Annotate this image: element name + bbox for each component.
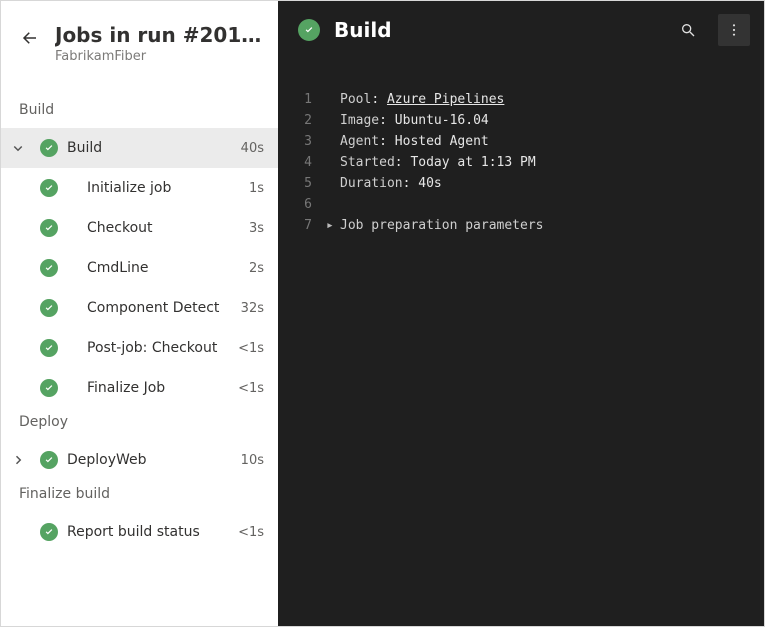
log-value: Today at 1:13 PM — [410, 155, 535, 170]
status-cell — [35, 259, 63, 277]
step-row[interactable]: Finalize Job<1s — [1, 368, 278, 408]
log-line: 1 Pool: Azure Pipelines — [278, 89, 764, 110]
log-line: 4 Started: Today at 1:13 PM — [278, 152, 764, 173]
step-name: Finalize Job — [83, 380, 232, 396]
line-number: 5 — [278, 173, 326, 194]
panel-title: Jobs in run #20191… — [55, 23, 265, 47]
log-label: Image — [340, 113, 379, 128]
more-actions-button[interactable] — [718, 14, 750, 46]
log-line: 5 Duration: 40s — [278, 173, 764, 194]
log-value: Ubuntu-16.04 — [395, 113, 489, 128]
step-name: Post-job: Checkout — [83, 340, 232, 356]
search-icon — [680, 22, 696, 38]
step-duration: <1s — [232, 381, 264, 396]
log-label: Agent — [340, 134, 379, 149]
log-value: 40s — [418, 176, 441, 191]
log-viewer[interactable]: 1 Pool: Azure Pipelines 2 Image: Ubuntu-16.… — [278, 59, 764, 626]
log-text: Image: Ubuntu-16.04 — [340, 110, 489, 131]
job-duration: <1s — [232, 525, 264, 540]
job-duration: 10s — [235, 453, 264, 468]
log-line: 2 Image: Ubuntu-16.04 — [278, 110, 764, 131]
panel-header: Jobs in run #20191… FabrikamFiber — [1, 1, 278, 68]
step-row[interactable]: Post-job: Checkout<1s — [1, 328, 278, 368]
success-icon — [40, 339, 58, 357]
log-text: Agent: Hosted Agent — [340, 131, 489, 152]
line-number: 6 — [278, 194, 326, 215]
step-duration: 3s — [243, 221, 264, 236]
step-duration: 1s — [243, 181, 264, 196]
log-line: 7▸Job preparation parameters — [278, 215, 764, 236]
job-name: DeployWeb — [63, 452, 235, 468]
job-row[interactable]: Build40s — [1, 128, 278, 168]
status-cell — [35, 379, 63, 397]
log-text: Duration: 40s — [340, 173, 442, 194]
stage-label: Finalize build — [1, 480, 278, 512]
panel-subtitle: FabrikamFiber — [55, 49, 265, 64]
success-icon — [40, 451, 58, 469]
chevron-right-icon[interactable] — [1, 454, 35, 466]
line-number: 1 — [278, 89, 326, 110]
log-label: Duration — [340, 176, 403, 191]
log-line: 6 — [278, 194, 764, 215]
success-icon — [40, 259, 58, 277]
log-text: Pool: Azure Pipelines — [340, 89, 504, 110]
success-icon — [40, 139, 58, 157]
step-duration: 2s — [243, 261, 264, 276]
step-row[interactable]: Initialize job1s — [1, 168, 278, 208]
arrow-left-icon — [21, 29, 39, 47]
step-duration: <1s — [232, 341, 264, 356]
step-name: CmdLine — [83, 260, 243, 276]
chevron-down-icon[interactable] — [1, 142, 35, 154]
log-label: Pool — [340, 92, 371, 107]
success-icon — [40, 219, 58, 237]
success-icon — [40, 379, 58, 397]
job-duration: 40s — [235, 141, 264, 156]
job-name: Build — [63, 140, 235, 156]
log-value: Hosted Agent — [395, 134, 489, 149]
stage-label: Deploy — [1, 408, 278, 440]
step-name: Initialize job — [83, 180, 243, 196]
success-icon — [40, 179, 58, 197]
success-icon — [40, 299, 58, 317]
line-number: 3 — [278, 131, 326, 152]
status-cell — [35, 179, 63, 197]
log-text: Job preparation parameters — [340, 215, 544, 236]
jobs-panel: Jobs in run #20191… FabrikamFiber BuildB… — [1, 1, 278, 626]
back-button[interactable] — [19, 23, 41, 47]
step-row[interactable]: Component Detect32s — [1, 288, 278, 328]
log-label: Started — [340, 155, 395, 170]
status-cell — [35, 299, 63, 317]
step-row[interactable]: CmdLine2s — [1, 248, 278, 288]
log-title: Build — [334, 18, 658, 42]
log-panel: Build 1 Pool: Azure Pipelines 2 Image: Ubun… — [278, 1, 764, 626]
job-row[interactable]: Report build status<1s — [1, 512, 278, 552]
status-cell — [35, 339, 63, 357]
success-icon — [40, 523, 58, 541]
fold-marker[interactable]: ▸ — [326, 215, 340, 236]
search-button[interactable] — [672, 14, 704, 46]
step-duration: 32s — [235, 301, 264, 316]
status-cell — [35, 451, 63, 469]
step-name: Component Detect — [83, 300, 235, 316]
status-cell — [35, 523, 63, 541]
log-text: Started: Today at 1:13 PM — [340, 152, 536, 173]
success-icon — [298, 19, 320, 41]
line-number: 7 — [278, 215, 326, 236]
step-row[interactable]: Checkout3s — [1, 208, 278, 248]
stage-label: Build — [1, 96, 278, 128]
job-row[interactable]: DeployWeb10s — [1, 440, 278, 480]
jobs-tree: BuildBuild40sInitialize job1sCheckout3sC… — [1, 68, 278, 626]
log-line: 3 Agent: Hosted Agent — [278, 131, 764, 152]
line-number: 4 — [278, 152, 326, 173]
status-cell — [35, 139, 63, 157]
status-cell — [35, 219, 63, 237]
step-name: Checkout — [83, 220, 243, 236]
job-name: Report build status — [63, 524, 232, 540]
more-vertical-icon — [726, 22, 742, 38]
line-number: 2 — [278, 110, 326, 131]
log-header: Build — [278, 1, 764, 59]
log-link[interactable]: Azure Pipelines — [387, 92, 504, 107]
